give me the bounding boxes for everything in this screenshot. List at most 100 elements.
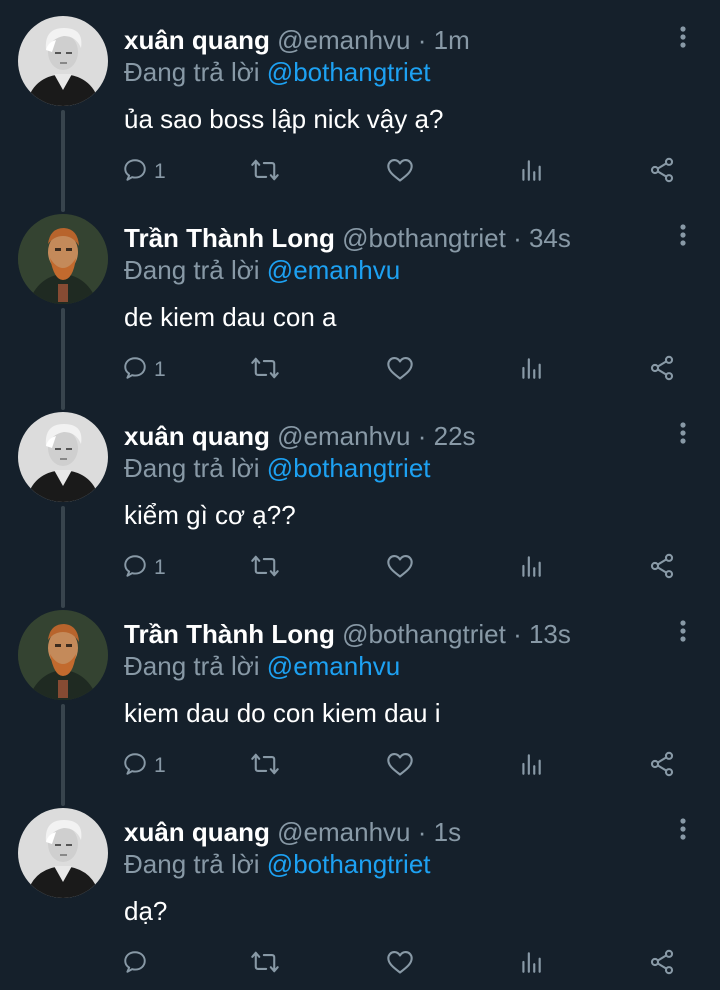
avatar[interactable]: [18, 412, 108, 502]
avatar[interactable]: [18, 610, 108, 700]
retweet-icon: [250, 949, 280, 980]
tweet-actions: [0, 946, 720, 982]
tweet-header: Trần Thành Long @bothangtriet · 13s: [124, 618, 571, 650]
reply-icon: [122, 553, 148, 584]
user-handle[interactable]: @emanhvu: [277, 25, 410, 55]
tweet[interactable]: xuân quang @emanhvu · 1m Đang trả lời @bo…: [0, 0, 720, 212]
display-name[interactable]: Trần Thành Long: [124, 619, 335, 649]
more-options-button[interactable]: [668, 616, 698, 646]
like-button[interactable]: [386, 352, 414, 388]
more-vertical-icon: [668, 818, 698, 848]
tweet[interactable]: Trần Thành Long @bothangtriet · 13s Đang …: [0, 594, 720, 806]
share-icon: [648, 354, 676, 387]
avatar[interactable]: [18, 214, 108, 304]
tweet-actions: 1: [0, 550, 720, 586]
reply-button[interactable]: 1: [122, 748, 166, 784]
tweet-actions: 1: [0, 748, 720, 784]
views-icon: [518, 553, 544, 584]
more-options-button[interactable]: [668, 814, 698, 844]
timestamp[interactable]: 1m: [434, 25, 470, 55]
replying-to-label: Đang trả lời: [124, 255, 260, 285]
replying-to: Đang trả lời @bothangtriet: [124, 56, 431, 88]
retweet-icon: [250, 355, 280, 386]
more-options-button[interactable]: [668, 418, 698, 448]
user-handle[interactable]: @emanhvu: [277, 817, 410, 847]
tweet-actions: 1: [0, 154, 720, 190]
views-button[interactable]: [518, 154, 544, 190]
like-button[interactable]: [386, 154, 414, 190]
timestamp[interactable]: 13s: [529, 619, 571, 649]
share-button[interactable]: [648, 154, 676, 190]
user-handle[interactable]: @bothangtriet: [342, 223, 506, 253]
views-button[interactable]: [518, 352, 544, 388]
reply-icon: [122, 751, 148, 782]
timestamp[interactable]: 34s: [529, 223, 571, 253]
tweet-actions: 1: [0, 352, 720, 388]
retweet-icon: [250, 157, 280, 188]
more-options-button[interactable]: [668, 220, 698, 250]
tweet[interactable]: xuân quang @emanhvu · 1s Đang trả lời @bo…: [0, 792, 720, 990]
replying-to-label: Đang trả lời: [124, 849, 260, 879]
views-button[interactable]: [518, 946, 544, 982]
replying-to: Đang trả lời @bothangtriet: [124, 848, 431, 880]
share-icon: [648, 750, 676, 783]
retweet-icon: [250, 553, 280, 584]
reply-count: 1: [154, 160, 166, 183]
heart-icon: [386, 949, 414, 980]
tweet-header: xuân quang @emanhvu · 22s: [124, 420, 476, 452]
replying-to-handle-link[interactable]: @bothangtriet: [267, 453, 431, 483]
more-vertical-icon: [668, 26, 698, 56]
retweet-icon: [250, 751, 280, 782]
heart-icon: [386, 553, 414, 584]
more-vertical-icon: [668, 620, 698, 650]
share-button[interactable]: [648, 946, 676, 982]
replying-to: Đang trả lời @emanhvu: [124, 650, 400, 682]
retweet-button[interactable]: [250, 748, 280, 784]
tweet-header: xuân quang @emanhvu · 1m: [124, 24, 470, 56]
heart-icon: [386, 355, 414, 386]
retweet-button[interactable]: [250, 154, 280, 190]
share-button[interactable]: [648, 748, 676, 784]
user-handle[interactable]: @emanhvu: [277, 421, 410, 451]
like-button[interactable]: [386, 748, 414, 784]
display-name[interactable]: xuân quang: [124, 421, 270, 451]
share-button[interactable]: [648, 352, 676, 388]
reply-button[interactable]: 1: [122, 550, 166, 586]
separator-dot: ·: [417, 421, 427, 451]
views-icon: [518, 949, 544, 980]
tweet[interactable]: xuân quang @emanhvu · 22s Đang trả lời @b…: [0, 396, 720, 608]
more-options-button[interactable]: [668, 22, 698, 52]
display-name[interactable]: xuân quang: [124, 25, 270, 55]
reply-count: 1: [154, 556, 166, 579]
replying-to-label: Đang trả lời: [124, 453, 260, 483]
replying-to-label: Đang trả lời: [124, 651, 260, 681]
reply-button[interactable]: 1: [122, 154, 166, 190]
separator-dot: ·: [513, 619, 522, 649]
reply-count: 1: [154, 754, 166, 777]
tweet[interactable]: Trần Thành Long @bothangtriet · 34s Đang …: [0, 198, 720, 410]
avatar[interactable]: [18, 808, 108, 898]
reply-button[interactable]: [122, 946, 154, 982]
like-button[interactable]: [386, 550, 414, 586]
avatar[interactable]: [18, 16, 108, 106]
replying-to-handle-link[interactable]: @emanhvu: [267, 255, 400, 285]
replying-to-handle-link[interactable]: @bothangtriet: [267, 849, 431, 879]
tweet-header: xuân quang @emanhvu · 1s: [124, 816, 461, 848]
like-button[interactable]: [386, 946, 414, 982]
retweet-button[interactable]: [250, 550, 280, 586]
replying-to-handle-link[interactable]: @emanhvu: [267, 651, 400, 681]
reply-count: 1: [154, 358, 166, 381]
timestamp[interactable]: 22s: [434, 421, 476, 451]
replying-to-handle-link[interactable]: @bothangtriet: [267, 57, 431, 87]
views-button[interactable]: [518, 550, 544, 586]
views-button[interactable]: [518, 748, 544, 784]
display-name[interactable]: Trần Thành Long: [124, 223, 335, 253]
timestamp[interactable]: 1s: [434, 817, 461, 847]
user-handle[interactable]: @bothangtriet: [342, 619, 506, 649]
retweet-button[interactable]: [250, 352, 280, 388]
display-name[interactable]: xuân quang: [124, 817, 270, 847]
share-button[interactable]: [648, 550, 676, 586]
reply-button[interactable]: 1: [122, 352, 166, 388]
tweet-thread: xuân quang @emanhvu · 1m Đang trả lời @bo…: [0, 0, 720, 984]
retweet-button[interactable]: [250, 946, 280, 982]
